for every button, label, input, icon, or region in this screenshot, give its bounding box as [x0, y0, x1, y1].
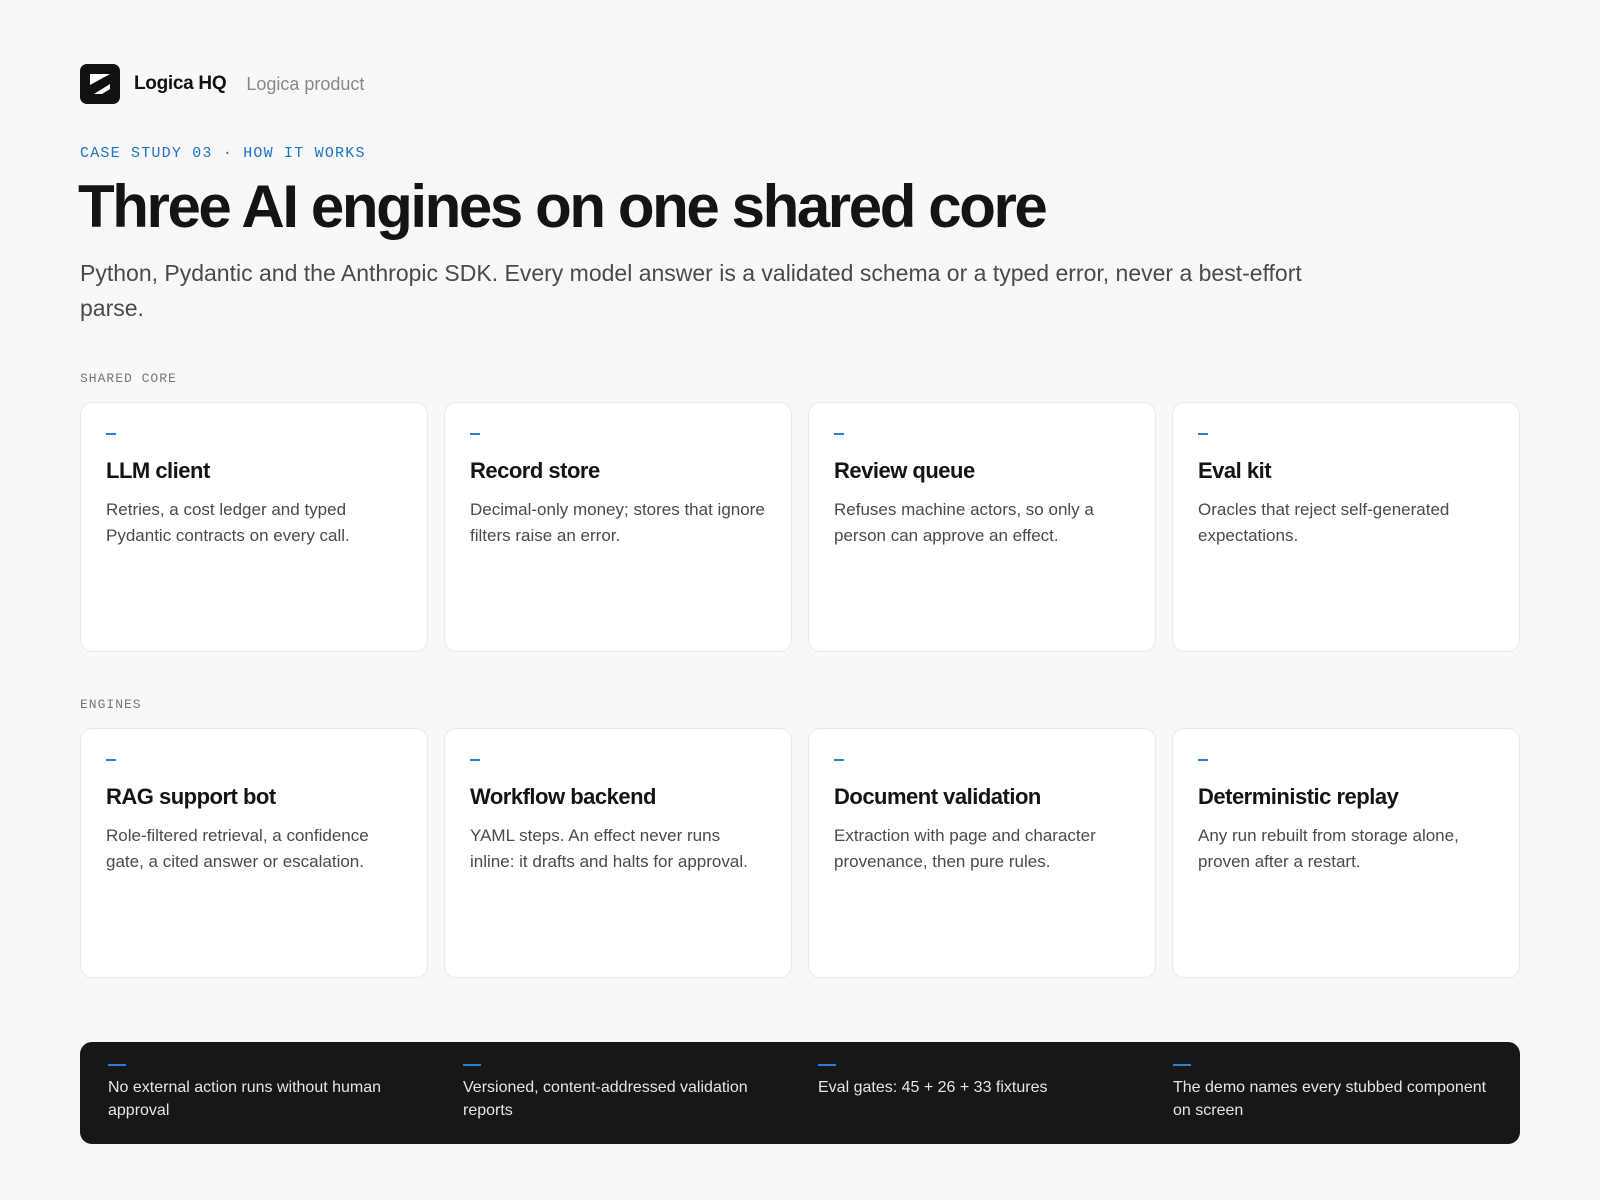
card-deterministic-replay: Deterministic replay Any run rebuilt fro…	[1172, 728, 1520, 978]
accent-dash	[1198, 759, 1208, 761]
page-title: Three AI engines on one shared core	[78, 173, 1048, 240]
page-lede: Python, Pydantic and the Anthropic SDK. …	[80, 260, 1302, 321]
card-description: Refuses machine actors, so only a person…	[834, 500, 1094, 545]
accent-dash	[818, 1064, 836, 1066]
card-description: Oracles that reject self-generated expec…	[1198, 500, 1450, 545]
fact-text: Eval gates: 45 + 26 + 33 fixtures	[818, 1079, 1048, 1096]
card-title: LLM client	[106, 458, 210, 483]
brand-name[interactable]: Logica HQ	[134, 73, 227, 95]
accent-dash	[834, 759, 844, 761]
fact-text: Versioned, content-addressed validation …	[463, 1079, 748, 1119]
card-description: YAML steps. An effect never runs inline:…	[470, 826, 748, 871]
fact-item: The demo names every stubbed component o…	[1173, 1064, 1492, 1144]
shared-core-grid: LLM client Retries, a cost ledger and ty…	[80, 402, 1520, 652]
card-title: Eval kit	[1198, 458, 1272, 483]
eyebrow-label: CASE STUDY 03 · HOW IT WORKS	[80, 145, 366, 162]
header: Logica HQ Logica product	[80, 64, 364, 104]
card-document-validation: Document validation Extraction with page…	[808, 728, 1156, 978]
card-eval-kit: Eval kit Oracles that reject self-genera…	[1172, 402, 1520, 652]
accent-dash	[470, 759, 480, 761]
card-title: Record store	[470, 458, 600, 483]
accent-dash	[1198, 433, 1208, 435]
accent-dash	[106, 759, 116, 761]
fact-item: No external action runs without human ap…	[108, 1064, 427, 1144]
section-label-shared-core: SHARED CORE	[80, 371, 177, 386]
card-title: Review queue	[834, 458, 975, 483]
card-review-queue: Review queue Refuses machine actors, so …	[808, 402, 1156, 652]
facts-bar: No external action runs without human ap…	[80, 1042, 1520, 1144]
section-label-engines: ENGINES	[80, 697, 142, 712]
fact-item: Eval gates: 45 + 26 + 33 fixtures	[818, 1064, 1137, 1144]
accent-dash	[470, 433, 480, 435]
card-title: RAG support bot	[106, 784, 276, 809]
accent-dash	[834, 433, 844, 435]
card-title: Deterministic replay	[1198, 784, 1399, 809]
card-llm-client: LLM client Retries, a cost ledger and ty…	[80, 402, 428, 652]
fact-text: The demo names every stubbed component o…	[1173, 1079, 1487, 1119]
accent-dash	[1173, 1064, 1191, 1066]
accent-dash	[106, 433, 116, 435]
card-record-store: Record store Decimal-only money; stores …	[444, 402, 792, 652]
fact-text: No external action runs without human ap…	[108, 1079, 382, 1119]
card-description: Extraction with page and character prove…	[834, 826, 1096, 871]
logica-logo-icon[interactable]	[80, 64, 120, 104]
card-description: Decimal-only money; stores that ignore f…	[470, 500, 765, 545]
card-title: Workflow backend	[470, 784, 656, 809]
card-description: Role-filtered retrieval, a confidence ga…	[106, 826, 369, 871]
card-rag-support-bot: RAG support bot Role-filtered retrieval,…	[80, 728, 428, 978]
accent-dash	[463, 1064, 481, 1066]
card-workflow-backend: Workflow backend YAML steps. An effect n…	[444, 728, 792, 978]
engines-grid: RAG support bot Role-filtered retrieval,…	[80, 728, 1520, 978]
accent-dash	[108, 1064, 126, 1066]
fact-item: Versioned, content-addressed validation …	[463, 1064, 782, 1144]
brand-subtitle: Logica product	[246, 73, 365, 94]
card-title: Document validation	[834, 784, 1041, 809]
card-description: Any run rebuilt from storage alone, prov…	[1198, 826, 1459, 871]
card-description: Retries, a cost ledger and typed Pydanti…	[106, 500, 350, 545]
